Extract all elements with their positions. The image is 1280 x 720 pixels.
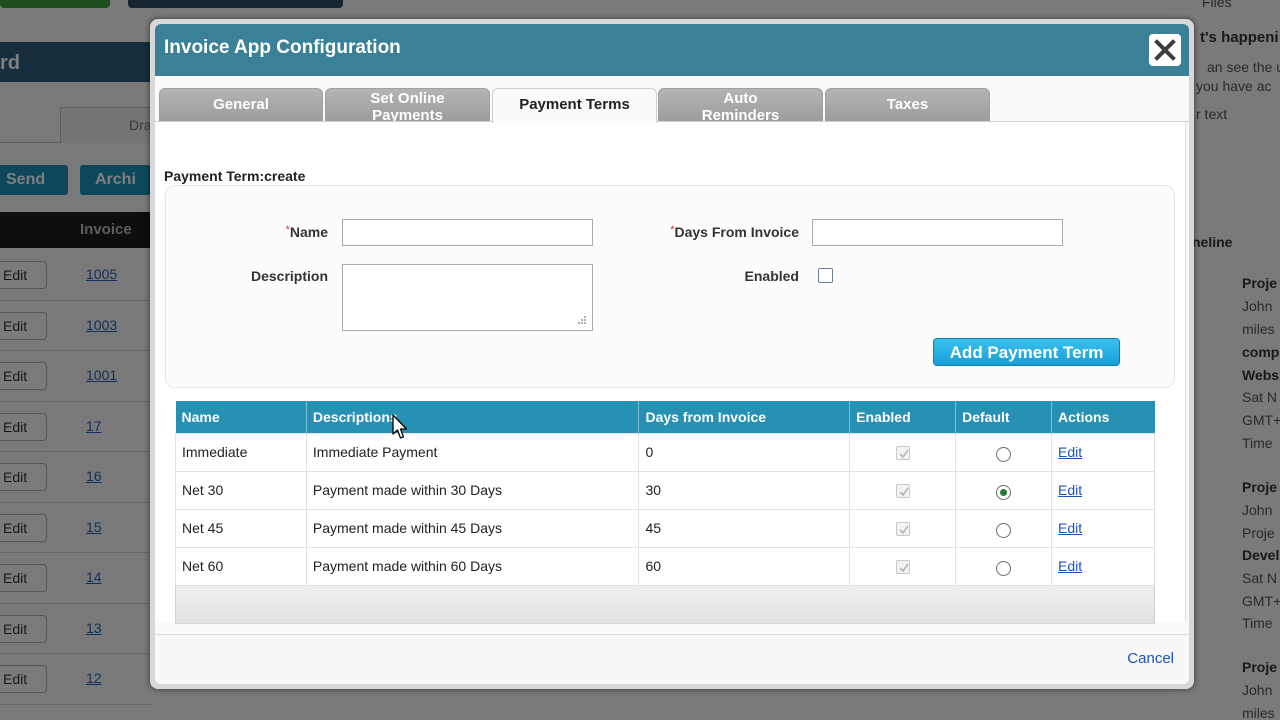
close-icon bbox=[1154, 39, 1176, 61]
table-body: Immediate Immediate Payment 0 Edit Net 30 Pay… bbox=[175, 432, 1155, 586]
table-footer bbox=[175, 586, 1155, 624]
enabled-checkbox-disabled bbox=[895, 484, 910, 499]
cell-description: Payment made within 60 Days bbox=[305, 546, 640, 586]
cell-actions: Edit bbox=[1051, 508, 1155, 548]
close-button[interactable] bbox=[1149, 34, 1181, 66]
column-header-name[interactable]: Name bbox=[175, 401, 307, 433]
edit-link[interactable]: Edit bbox=[1058, 558, 1082, 574]
days-label-text: Days From Invoice bbox=[674, 224, 800, 240]
cell-description: Immediate Payment bbox=[305, 432, 640, 472]
enabled-checkbox-disabled bbox=[895, 522, 910, 537]
cell-enabled bbox=[849, 546, 957, 586]
cell-description: Payment made within 30 Days bbox=[305, 470, 640, 510]
enabled-checkbox-disabled bbox=[895, 560, 910, 575]
dialog-title: Invoice App Configuration bbox=[164, 37, 401, 58]
cell-days: 0 bbox=[638, 432, 851, 472]
dialog-footer: Cancel bbox=[155, 634, 1189, 684]
cell-name: Net 45 bbox=[175, 508, 307, 548]
cell-enabled bbox=[849, 470, 957, 510]
name-label: *Name bbox=[275, 224, 328, 240]
cancel-link[interactable]: Cancel bbox=[1127, 650, 1174, 667]
days-from-invoice-input[interactable] bbox=[812, 219, 1063, 246]
days-from-invoice-label: *Days From Invoice bbox=[635, 224, 799, 240]
enabled-checkbox-disabled bbox=[895, 446, 910, 461]
tab-label-line1: Auto bbox=[723, 90, 758, 107]
cell-default bbox=[955, 508, 1053, 548]
resize-grip-icon[interactable] bbox=[575, 315, 587, 327]
add-payment-term-button[interactable]: Add Payment Term bbox=[933, 338, 1120, 366]
cell-days: 45 bbox=[638, 508, 851, 548]
form-title: Payment Term:create bbox=[164, 168, 306, 184]
default-radio[interactable] bbox=[996, 484, 1012, 500]
edit-link[interactable]: Edit bbox=[1058, 444, 1082, 460]
mouse-cursor-icon bbox=[392, 414, 408, 439]
edit-link[interactable]: Edit bbox=[1058, 482, 1082, 498]
tab-label: Taxes bbox=[886, 96, 929, 113]
tabs-divider bbox=[155, 121, 1189, 122]
cell-name: Net 30 bbox=[175, 470, 307, 510]
name-label-text: Name bbox=[289, 224, 328, 240]
dialog-header: Invoice App Configuration bbox=[155, 24, 1189, 76]
table-row: Immediate Immediate Payment 0 Edit bbox=[175, 432, 1155, 472]
invoice-config-dialog: Invoice App Configuration General Set On… bbox=[150, 19, 1194, 689]
cell-name: Net 60 bbox=[175, 546, 307, 586]
cell-days: 60 bbox=[638, 546, 851, 586]
default-radio[interactable] bbox=[996, 522, 1012, 538]
cell-default bbox=[955, 470, 1053, 510]
cell-default bbox=[955, 432, 1053, 472]
enabled-label: Enabled bbox=[744, 268, 799, 284]
cell-description: Payment made within 45 Days bbox=[305, 508, 640, 548]
description-textarea[interactable] bbox=[342, 264, 593, 331]
checkmark-icon bbox=[899, 449, 909, 459]
cell-enabled bbox=[849, 432, 957, 472]
table-row: Net 30 Payment made within 30 Days 30 Edit bbox=[175, 470, 1155, 510]
cell-default bbox=[955, 546, 1053, 586]
default-radio[interactable] bbox=[996, 560, 1012, 576]
name-input[interactable] bbox=[342, 219, 593, 246]
table-row: Net 60 Payment made within 60 Days 60 Edit bbox=[175, 546, 1155, 586]
tab-taxes[interactable]: Taxes bbox=[825, 88, 990, 122]
description-label: Description bbox=[250, 268, 328, 284]
payment-terms-table: Name Descriptions Days from Invoice Enab… bbox=[175, 401, 1155, 586]
table-header-row: Name Descriptions Days from Invoice Enab… bbox=[175, 401, 1155, 433]
column-header-descriptions[interactable]: Descriptions bbox=[306, 401, 640, 433]
edit-link[interactable]: Edit bbox=[1058, 520, 1082, 536]
checkmark-icon bbox=[899, 563, 909, 573]
tab-set-online-payments[interactable]: Set Online Payments bbox=[325, 88, 490, 123]
column-header-actions[interactable]: Actions bbox=[1051, 401, 1155, 433]
default-radio[interactable] bbox=[996, 446, 1012, 462]
cell-name: Immediate bbox=[175, 432, 307, 472]
enabled-checkbox[interactable] bbox=[818, 268, 833, 283]
cell-actions: Edit bbox=[1051, 546, 1155, 586]
tab-label-line1: Set Online bbox=[370, 90, 445, 107]
cell-actions: Edit bbox=[1051, 432, 1155, 472]
column-header-default[interactable]: Default bbox=[955, 401, 1053, 433]
table-row: Net 45 Payment made within 45 Days 45 Edit bbox=[175, 508, 1155, 548]
tab-label: General bbox=[213, 96, 269, 113]
tab-auto-reminders[interactable]: Auto Reminders bbox=[658, 88, 823, 123]
tab-payment-terms[interactable]: Payment Terms bbox=[492, 88, 657, 123]
column-header-days[interactable]: Days from Invoice bbox=[638, 401, 851, 433]
dialog-body: General Set Online Payments Payment Term… bbox=[155, 76, 1189, 684]
cell-enabled bbox=[849, 508, 957, 548]
column-header-enabled[interactable]: Enabled bbox=[849, 401, 957, 433]
checkmark-icon bbox=[899, 525, 909, 535]
cell-actions: Edit bbox=[1051, 470, 1155, 510]
tab-label: Payment Terms bbox=[519, 96, 630, 113]
cell-days: 30 bbox=[638, 470, 851, 510]
checkmark-icon bbox=[899, 487, 909, 497]
tab-general[interactable]: General bbox=[159, 88, 323, 122]
